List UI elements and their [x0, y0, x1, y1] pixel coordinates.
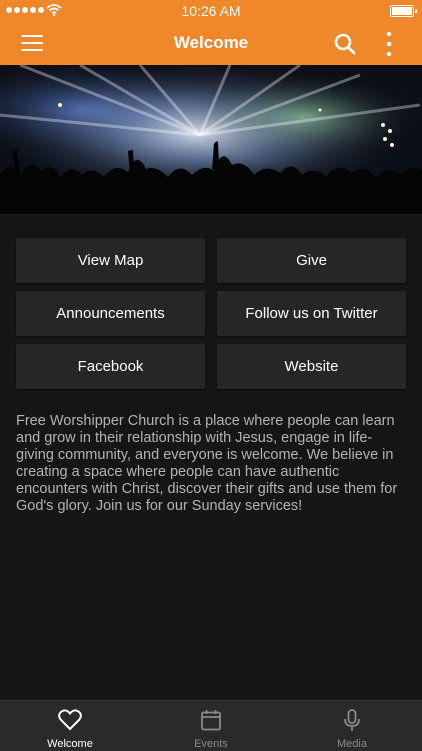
- heart-icon: [58, 709, 82, 731]
- calendar-icon: [201, 710, 221, 731]
- page-title: Welcome: [173, 33, 249, 52]
- announcements-button[interactable]: Announcements: [16, 291, 205, 336]
- church-description: Free Worshipper Church is a place where …: [16, 413, 398, 514]
- navigation-bar: Welcome: [0, 22, 422, 65]
- twitter-button[interactable]: Follow us on Twitter: [217, 291, 406, 336]
- website-button[interactable]: Website: [217, 344, 406, 389]
- battery-icon: [390, 5, 417, 17]
- status-bar: 10:26 AM: [0, 0, 422, 22]
- tab-media[interactable]: Media: [282, 701, 422, 751]
- tab-welcome[interactable]: Welcome: [0, 701, 140, 751]
- view-map-button[interactable]: View Map: [16, 238, 205, 283]
- give-button[interactable]: Give: [217, 238, 406, 283]
- tab-label: Media: [337, 738, 367, 750]
- more-options-icon[interactable]: [384, 31, 394, 57]
- hero-image: [0, 65, 422, 214]
- search-icon[interactable]: [333, 32, 357, 56]
- status-time: 10:26 AM: [181, 3, 241, 19]
- facebook-button[interactable]: Facebook: [16, 344, 205, 389]
- microphone-icon: [344, 709, 360, 731]
- tab-label: Events: [194, 738, 228, 750]
- tab-events[interactable]: Events: [141, 701, 281, 751]
- tab-bar: Welcome Events Media: [0, 700, 422, 751]
- tab-label: Welcome: [47, 738, 93, 750]
